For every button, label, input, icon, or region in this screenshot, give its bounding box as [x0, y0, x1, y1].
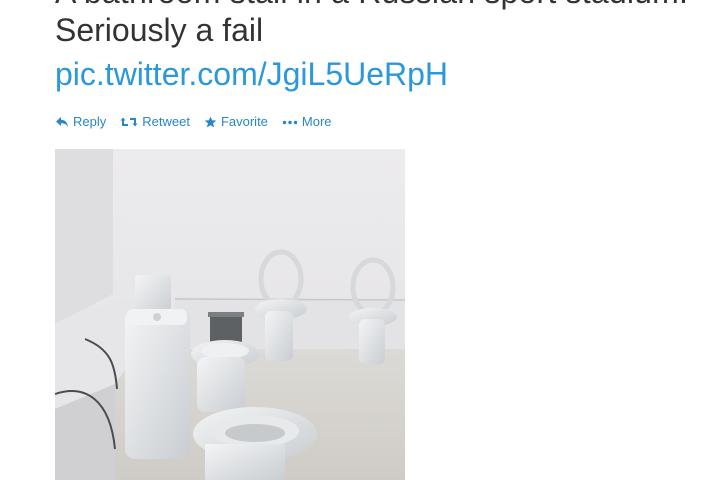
- more-label: More: [301, 114, 332, 129]
- favorite-button[interactable]: Favorite: [204, 114, 268, 129]
- favorite-label: Favorite: [220, 114, 268, 129]
- tweet-pic-link[interactable]: pic.twitter.com/JgiL5UeRpH: [55, 56, 448, 93]
- reply-icon: [56, 116, 68, 127]
- star-icon: [204, 116, 217, 127]
- retweet-button[interactable]: Retweet: [120, 114, 190, 129]
- tweet-actions: Reply Retweet Favorite More: [55, 114, 346, 129]
- tweet-photo[interactable]: [55, 149, 405, 480]
- more-button[interactable]: More: [282, 114, 332, 129]
- reply-label: Reply: [73, 114, 107, 129]
- bathroom-toilets-image: [55, 149, 405, 480]
- reply-button[interactable]: Reply: [55, 114, 106, 129]
- tweet: A bathroom stall in a Russian sport stad…: [0, 0, 720, 480]
- retweet-icon: [120, 117, 138, 126]
- more-dots-icon: [282, 120, 298, 124]
- tweet-text-cut-off: A bathroom stall in a Russian sport stad…: [55, 0, 688, 11]
- tweet-text: Seriously a fail: [55, 12, 264, 48]
- retweet-label: Retweet: [142, 114, 190, 129]
